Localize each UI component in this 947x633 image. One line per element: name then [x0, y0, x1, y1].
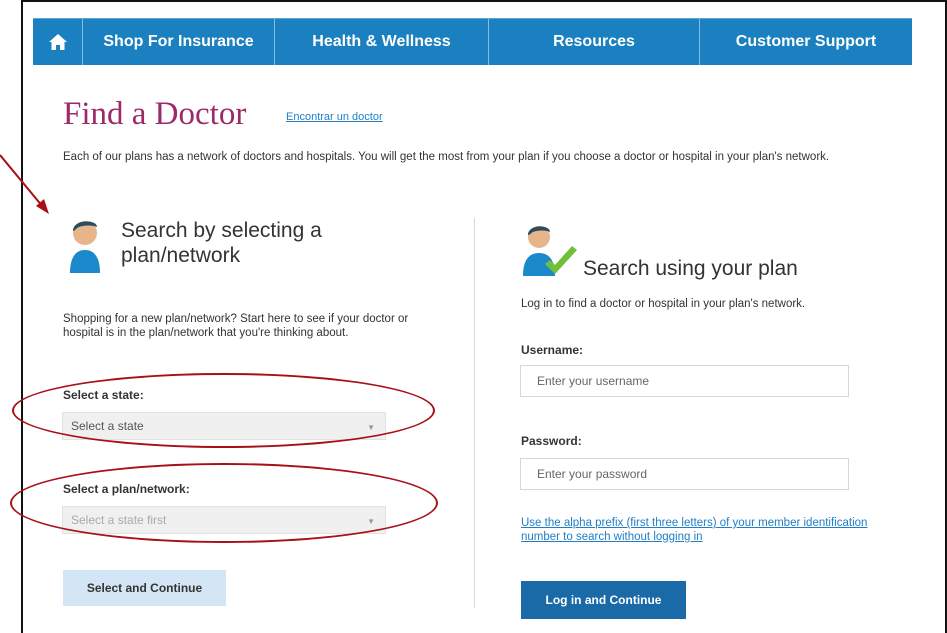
column-divider — [474, 218, 475, 608]
nav-home-button[interactable] — [33, 19, 83, 65]
page-title: Find a Doctor — [63, 96, 247, 132]
username-field[interactable]: Enter your username — [520, 365, 849, 397]
username-label: Username: — [521, 343, 584, 357]
person-icon — [70, 221, 100, 273]
intro-text: Each of our plans has a network of docto… — [63, 151, 830, 163]
annotation-ellipse-plan — [10, 463, 438, 543]
right-description: Log in to find a doctor or hospital in y… — [521, 298, 806, 310]
log-in-and-continue-button[interactable]: Log in and Continue — [521, 581, 686, 619]
top-navigation: Shop For Insurance Health & Wellness Res… — [33, 18, 912, 65]
nav-customer-support[interactable]: Customer Support — [700, 19, 912, 65]
right-section-heading: Search using your plan — [583, 257, 798, 280]
annotation-arrow-icon — [0, 154, 49, 214]
left-description: Shopping for a new plan/network? Start h… — [63, 313, 409, 339]
annotation-ellipse-state — [12, 373, 435, 448]
person-check-icon — [523, 226, 577, 276]
password-label: Password: — [521, 434, 582, 448]
left-section-heading: Search by selecting a plan/network — [121, 219, 322, 267]
password-field[interactable]: Enter your password — [520, 458, 849, 490]
nav-resources[interactable]: Resources — [489, 19, 700, 65]
select-and-continue-button[interactable]: Select and Continue — [63, 570, 226, 606]
alpha-prefix-link[interactable]: Use the alpha prefix (first three letter… — [521, 516, 881, 544]
spanish-link[interactable]: Encontrar un doctor — [286, 111, 383, 123]
nav-shop-for-insurance[interactable]: Shop For Insurance — [83, 19, 275, 65]
nav-health-wellness[interactable]: Health & Wellness — [275, 19, 489, 65]
home-icon — [48, 34, 67, 50]
